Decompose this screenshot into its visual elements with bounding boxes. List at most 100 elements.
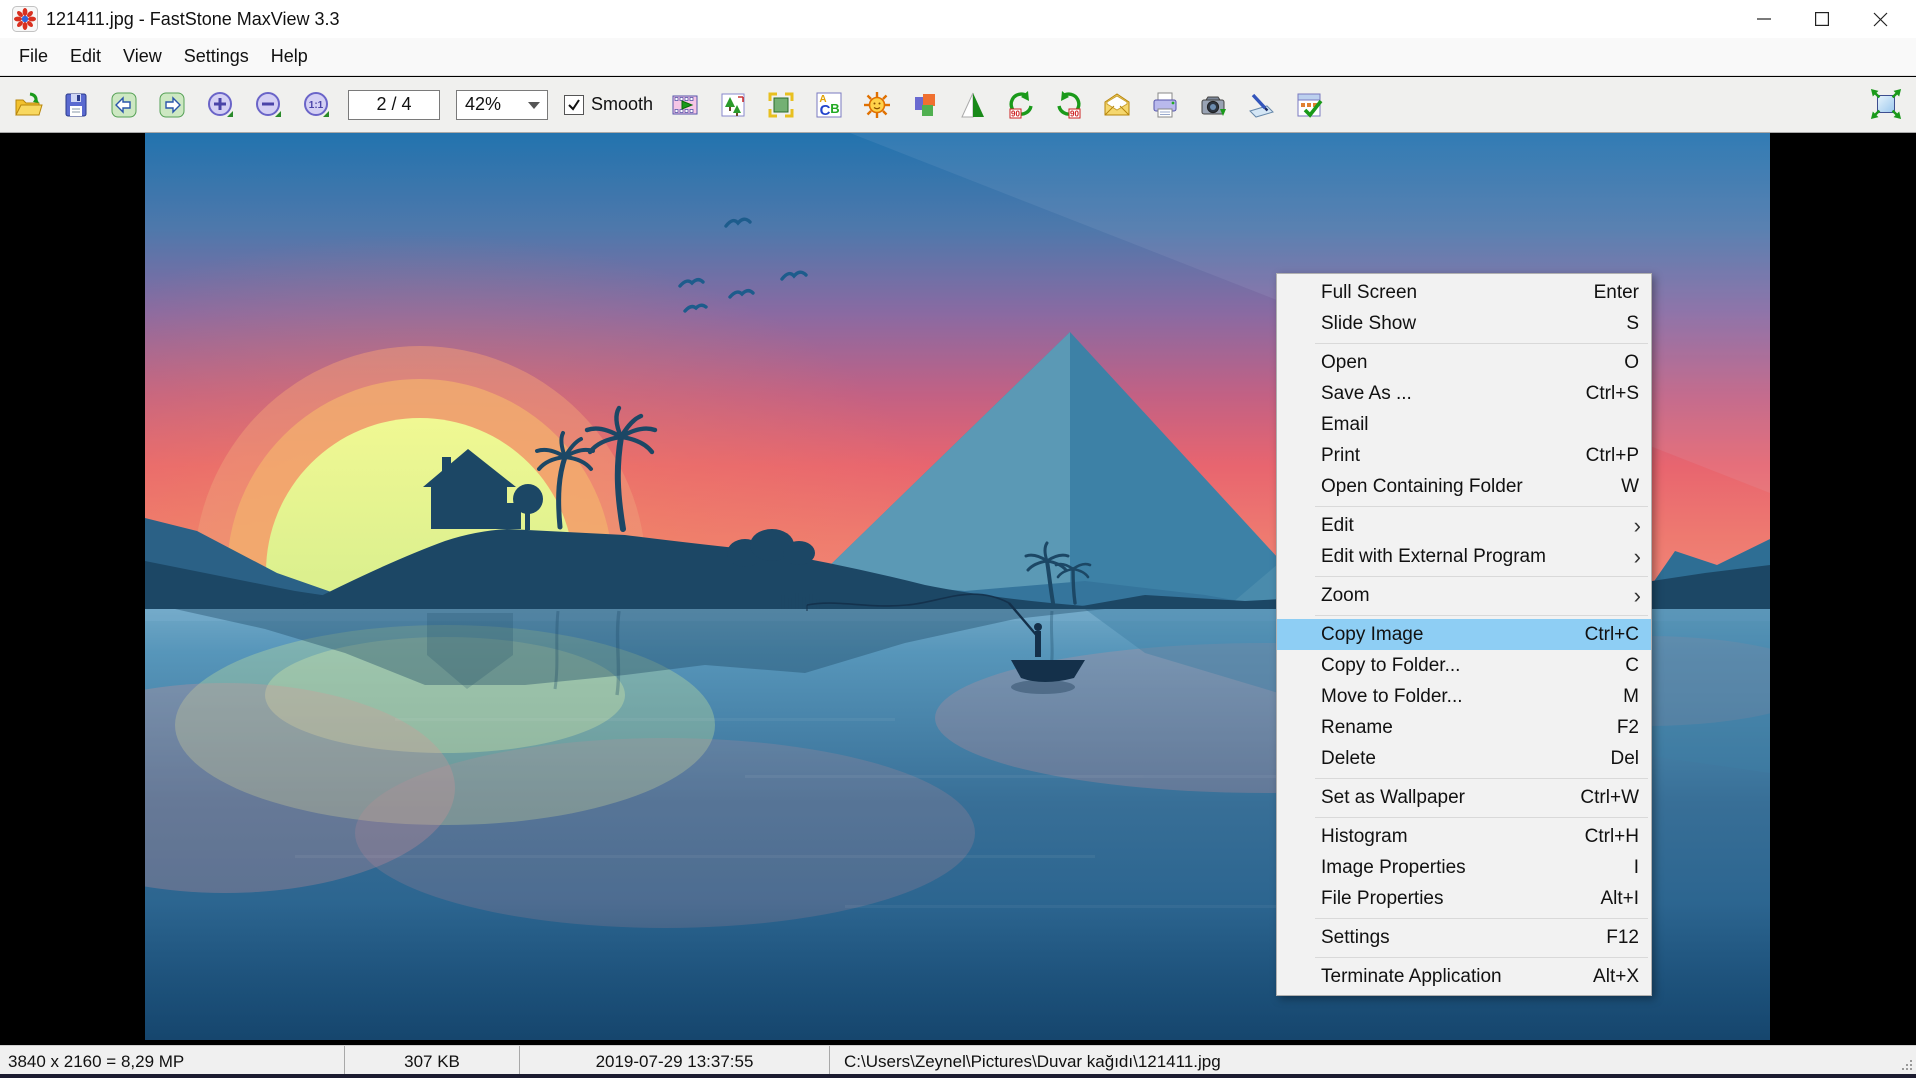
- menu-item-label: Zoom: [1321, 585, 1634, 607]
- maximize-button[interactable]: [1793, 0, 1851, 38]
- slideshow-icon: [670, 90, 700, 120]
- screen-capture-button[interactable]: [1197, 89, 1229, 121]
- menu-item-shortcut: C: [1625, 655, 1639, 677]
- email-button[interactable]: [1101, 89, 1133, 121]
- svg-text:B: B: [830, 101, 839, 116]
- minimize-button[interactable]: [1735, 0, 1793, 38]
- open-image-button[interactable]: [12, 89, 44, 121]
- context-menu-item-email[interactable]: Email: [1277, 409, 1651, 440]
- context-menu-item-copy-to-folder[interactable]: Copy to Folder...C: [1277, 650, 1651, 681]
- menu-item-label: Copy Image: [1321, 624, 1567, 646]
- context-menu-item-open-containing-folder[interactable]: Open Containing FolderW: [1277, 471, 1651, 502]
- rotate-left-icon: 90: [1006, 90, 1036, 120]
- smooth-checkbox[interactable]: [564, 95, 584, 115]
- toolbar: 1:1 2 / 4 42% Smooth: [0, 77, 1916, 133]
- menu-item-shortcut: Ctrl+W: [1580, 787, 1639, 809]
- save-icon: [61, 90, 91, 120]
- rotate-left-button[interactable]: 90: [1005, 89, 1037, 121]
- close-icon: [1873, 12, 1888, 27]
- page-indicator[interactable]: 2 / 4: [348, 90, 440, 120]
- zoom-value: 42%: [465, 94, 501, 115]
- context-menu-item-slide-show[interactable]: Slide Show S: [1277, 308, 1651, 339]
- menu-item-label: Slide Show: [1321, 313, 1608, 335]
- zoom-out-icon: [253, 90, 283, 120]
- crop-image-button[interactable]: [765, 89, 797, 121]
- context-menu-item-rename[interactable]: RenameF2: [1277, 712, 1651, 743]
- slideshow-button[interactable]: [669, 89, 701, 121]
- printer-icon: [1150, 90, 1180, 120]
- menu-item-label: Edit with External Program: [1321, 546, 1634, 568]
- context-menu-item-set-as-wallpaper[interactable]: Set as WallpaperCtrl+W: [1277, 782, 1651, 813]
- context-menu-item-open[interactable]: OpenO: [1277, 347, 1651, 378]
- menu-file[interactable]: File: [8, 40, 59, 73]
- fit-to-window-button[interactable]: [1870, 88, 1902, 120]
- context-menu-item-print[interactable]: PrintCtrl+P: [1277, 440, 1651, 471]
- zoom-select[interactable]: 42%: [456, 90, 548, 120]
- menu-settings[interactable]: Settings: [173, 40, 260, 73]
- context-menu-item-move-to-folder[interactable]: Move to Folder... M: [1277, 681, 1651, 712]
- menu-item-label: Save As ...: [1321, 383, 1568, 405]
- menu-edit[interactable]: Edit: [59, 40, 112, 73]
- close-button[interactable]: [1851, 0, 1909, 38]
- acquire-scanner-button[interactable]: [1245, 89, 1277, 121]
- resize-icon: [718, 90, 748, 120]
- menu-item-label: Email: [1321, 414, 1639, 436]
- menu-item-shortcut: S: [1626, 313, 1639, 335]
- menu-item-shortcut: M: [1623, 686, 1639, 708]
- menu-item-shortcut: I: [1634, 857, 1639, 879]
- context-menu-item-delete[interactable]: DeleteDel: [1277, 743, 1651, 774]
- menu-item-label: Move to Folder...: [1321, 686, 1605, 708]
- adjust-colors-button[interactable]: A C B: [813, 89, 845, 121]
- context-menu-separator: [1315, 506, 1648, 507]
- menu-help[interactable]: Help: [260, 40, 319, 73]
- menu-item-label: Settings: [1321, 927, 1588, 949]
- menu-view[interactable]: View: [112, 40, 173, 73]
- checkmark-icon: [567, 98, 581, 112]
- resize-grip[interactable]: [1900, 1058, 1914, 1072]
- context-menu-item-settings[interactable]: SettingsF12: [1277, 922, 1651, 953]
- next-image-button[interactable]: [156, 89, 188, 121]
- context-menu-item-save-as[interactable]: Save As ... Ctrl+S: [1277, 378, 1651, 409]
- sharpen-button[interactable]: [957, 89, 989, 121]
- context-menu-item-image-properties[interactable]: Image Properties I: [1277, 852, 1651, 883]
- menubar: File Edit View Settings Help: [0, 38, 1916, 76]
- previous-image-button[interactable]: [108, 89, 140, 121]
- menu-item-shortcut: Ctrl+H: [1585, 826, 1639, 848]
- menu-item-label: Print: [1321, 445, 1568, 467]
- rotate-right-button[interactable]: 90: [1053, 89, 1085, 121]
- zoom-out-button[interactable]: [252, 89, 284, 121]
- window-title: 121411.jpg - FastStone MaxView 3.3: [46, 9, 340, 30]
- minimize-icon: [1757, 12, 1771, 26]
- menu-item-label: Open: [1321, 352, 1606, 374]
- menu-item-label: Image Properties: [1321, 857, 1616, 879]
- menu-item-label: Terminate Application: [1321, 966, 1575, 988]
- actual-size-button[interactable]: 1:1: [300, 89, 332, 121]
- fit-to-window-icon: [1870, 87, 1902, 121]
- settings-editor-button[interactable]: [1293, 89, 1325, 121]
- print-button[interactable]: [1149, 89, 1181, 121]
- chevron-down-icon: [528, 102, 540, 109]
- context-menu-item-histogram[interactable]: HistogramCtrl+H: [1277, 821, 1651, 852]
- color-effects-button[interactable]: [909, 89, 941, 121]
- resize-image-button[interactable]: [717, 89, 749, 121]
- context-menu-item-edit-with-external-program[interactable]: Edit with External Program›: [1277, 541, 1651, 572]
- zoom-in-button[interactable]: [204, 89, 236, 121]
- svg-text:90: 90: [1070, 109, 1079, 118]
- gamma-button[interactable]: [861, 89, 893, 121]
- menu-item-shortcut: Ctrl+S: [1586, 383, 1639, 405]
- menu-item-shortcut: Del: [1610, 748, 1639, 770]
- save-as-button[interactable]: [60, 89, 92, 121]
- crop-icon: [766, 90, 796, 120]
- context-menu-item-file-properties[interactable]: File PropertiesAlt+I: [1277, 883, 1651, 914]
- submenu-arrow-icon: ›: [1634, 546, 1641, 568]
- context-menu-item-full-screen[interactable]: Full ScreenEnter: [1277, 277, 1651, 308]
- zoom-in-icon: [205, 90, 235, 120]
- menu-item-shortcut: W: [1621, 476, 1639, 498]
- context-menu-item-edit[interactable]: Edit›: [1277, 510, 1651, 541]
- context-menu-separator: [1315, 576, 1648, 577]
- context-menu-separator: [1315, 817, 1648, 818]
- context-menu-item-terminate-application[interactable]: Terminate ApplicationAlt+X: [1277, 961, 1651, 992]
- context-menu-item-copy-image[interactable]: Copy ImageCtrl+C: [1277, 619, 1651, 650]
- settings-window-icon: [1294, 90, 1324, 120]
- context-menu-item-zoom[interactable]: Zoom›: [1277, 580, 1651, 611]
